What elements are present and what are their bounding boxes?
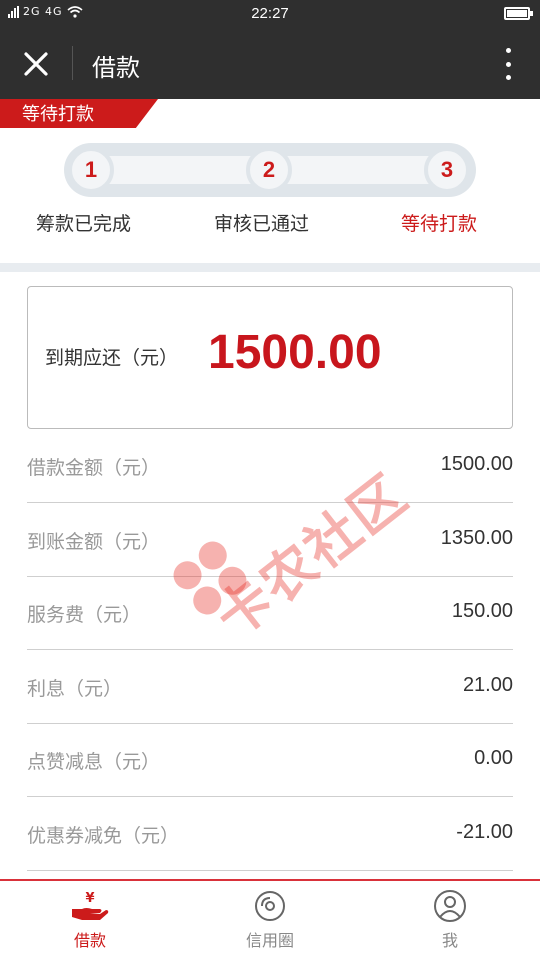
detail-value: 150.00 (451, 600, 513, 622)
detail-row-loan-amount: 借款金额（元） 1500.00 (27, 429, 513, 503)
detail-value: 1500.00 (440, 453, 513, 475)
tab-credit-circle[interactable]: 信用圈 (180, 881, 360, 960)
detail-label: 服务费（元） (27, 604, 142, 626)
profile-icon (434, 890, 466, 922)
detail-row-coupon-discount: 优惠券减免（元） -21.00 (27, 797, 513, 871)
detail-row-interest: 利息（元） 21.00 (27, 650, 513, 724)
detail-label: 优惠券减免（元） (27, 825, 180, 847)
step-circle-3: 3 (424, 147, 470, 193)
status-time: 22:27 (251, 5, 289, 22)
nav-bar: 借款 (0, 28, 540, 99)
tab-loan[interactable]: ¥ 借款 (0, 881, 180, 960)
svg-text:¥: ¥ (85, 891, 94, 906)
tab-me[interactable]: 我 (360, 881, 540, 960)
more-dot (505, 75, 511, 80)
battery-icon (504, 7, 533, 20)
tab-label: 借款 (73, 931, 106, 950)
due-value: 1500.00 (208, 326, 382, 379)
tab-label: 信用圈 (245, 931, 294, 950)
loan-hand-yen-icon: ¥ (72, 891, 109, 920)
detail-value: 0.00 (474, 747, 513, 769)
watermark-logo-icon (173, 541, 247, 615)
more-vertical-icon (505, 48, 511, 53)
tab-label: 我 (441, 931, 458, 950)
detail-label: 借款金额（元） (27, 457, 161, 479)
nav-divider (72, 46, 73, 80)
step-label-2: 审核已通过 (214, 213, 310, 235)
detail-value: -21.00 (456, 821, 513, 843)
more-options-button[interactable] (496, 46, 520, 82)
step-circle-1: 1 (68, 147, 114, 193)
detail-label: 点赞减息（元） (27, 751, 161, 773)
step-label-1: 筹款已完成 (36, 213, 132, 235)
page-title: 借款 (92, 54, 140, 82)
section-divider (0, 263, 540, 272)
status-bar: 2G 4G 22:27 (0, 0, 540, 28)
detail-row-like-discount: 点赞减息（元） 0.00 (27, 723, 513, 797)
detail-value: 21.00 (462, 674, 513, 696)
close-button[interactable] (14, 46, 58, 82)
status-ribbon: 等待打款 (0, 99, 158, 128)
bottom-tab-bar: ¥ 借款 信用圈 我 (0, 879, 540, 960)
detail-value: 1350.00 (440, 527, 513, 549)
close-icon (24, 52, 48, 76)
step-circle-2: 2 (246, 147, 292, 193)
detail-label: 利息（元） (27, 678, 123, 700)
due-label: 到期应还（元） (45, 347, 179, 369)
credit-circle-icon (255, 891, 285, 921)
step-label-3: 等待打款 (401, 213, 478, 235)
due-amount-card: 到期应还（元） 1500.00 (27, 286, 513, 429)
detail-label: 到账金额（元） (27, 531, 161, 553)
more-dot (505, 61, 511, 67)
